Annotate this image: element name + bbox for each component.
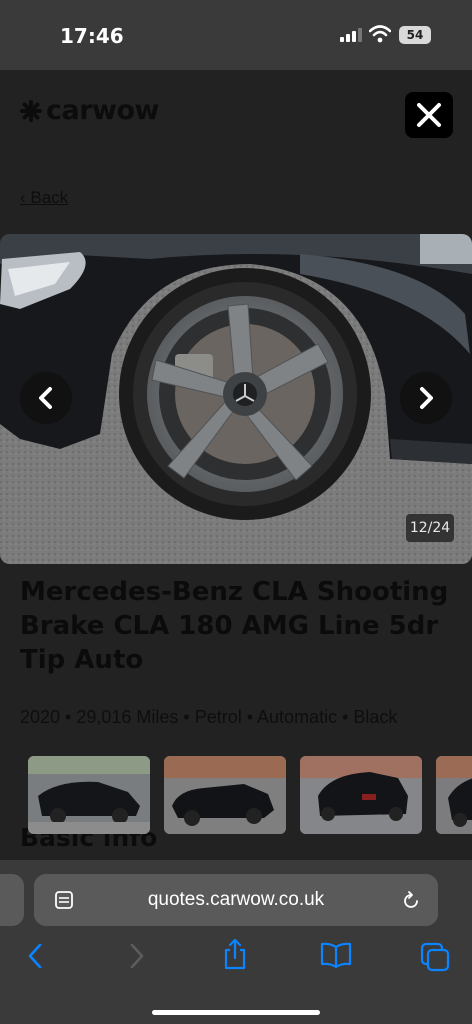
url-text: quotes.carwow.co.uk <box>147 889 325 910</box>
home-indicator <box>152 1010 320 1015</box>
logo-mark-icon <box>20 99 42 122</box>
address-bar[interactable]: quotes.carwow.co.uk <box>34 874 438 926</box>
reload-icon[interactable] <box>400 890 422 912</box>
carwow-logo[interactable]: carwow <box>20 95 159 126</box>
back-label: Back <box>30 188 69 207</box>
browser-bar: quotes.carwow.co.uk <box>0 860 472 1024</box>
previous-tab-preview[interactable] <box>0 874 24 926</box>
thumbnail-1[interactable] <box>28 756 150 834</box>
tabs-icon[interactable] <box>420 942 450 972</box>
photo-counter: 12/24 <box>406 514 454 542</box>
browser-toolbar <box>0 938 472 978</box>
chevron-right-icon <box>420 387 433 409</box>
signal-icon <box>340 28 362 42</box>
back-chevron-icon: ‹ <box>20 188 31 207</box>
chevron-left-icon <box>39 387 52 409</box>
gallery-next-button[interactable] <box>400 372 452 424</box>
forward-arrow-icon[interactable] <box>128 942 146 970</box>
back-arrow-icon[interactable] <box>26 942 44 970</box>
thumbnail-strip[interactable] <box>28 756 472 834</box>
thumbnail-2[interactable] <box>164 756 286 834</box>
listing-title: Mercedes-Benz CLA Shooting Brake CLA 180… <box>20 577 449 675</box>
back-link[interactable]: ‹ Back <box>20 188 68 208</box>
photo-gallery[interactable]: 12/24 <box>0 234 472 564</box>
battery-indicator: 54 <box>399 26 431 44</box>
status-bar: 17:46 54 <box>0 0 472 70</box>
close-icon <box>417 103 441 127</box>
status-time: 17:46 <box>60 24 124 48</box>
logo-text: carwow <box>46 95 159 126</box>
listing-specs: 2020 • 29,016 Miles • Petrol • Automatic… <box>20 707 398 727</box>
thumbnail-3[interactable] <box>300 756 422 834</box>
bookmarks-icon[interactable] <box>320 942 352 968</box>
wifi-icon <box>369 25 391 43</box>
thumbnail-4[interactable] <box>436 756 472 834</box>
gallery-prev-button[interactable] <box>20 372 72 424</box>
web-page: carwow ‹ Back 12/24 Mercedes-Benz CLA Sh… <box>0 70 472 860</box>
close-gallery-button[interactable] <box>405 92 453 138</box>
share-icon[interactable] <box>222 938 248 970</box>
